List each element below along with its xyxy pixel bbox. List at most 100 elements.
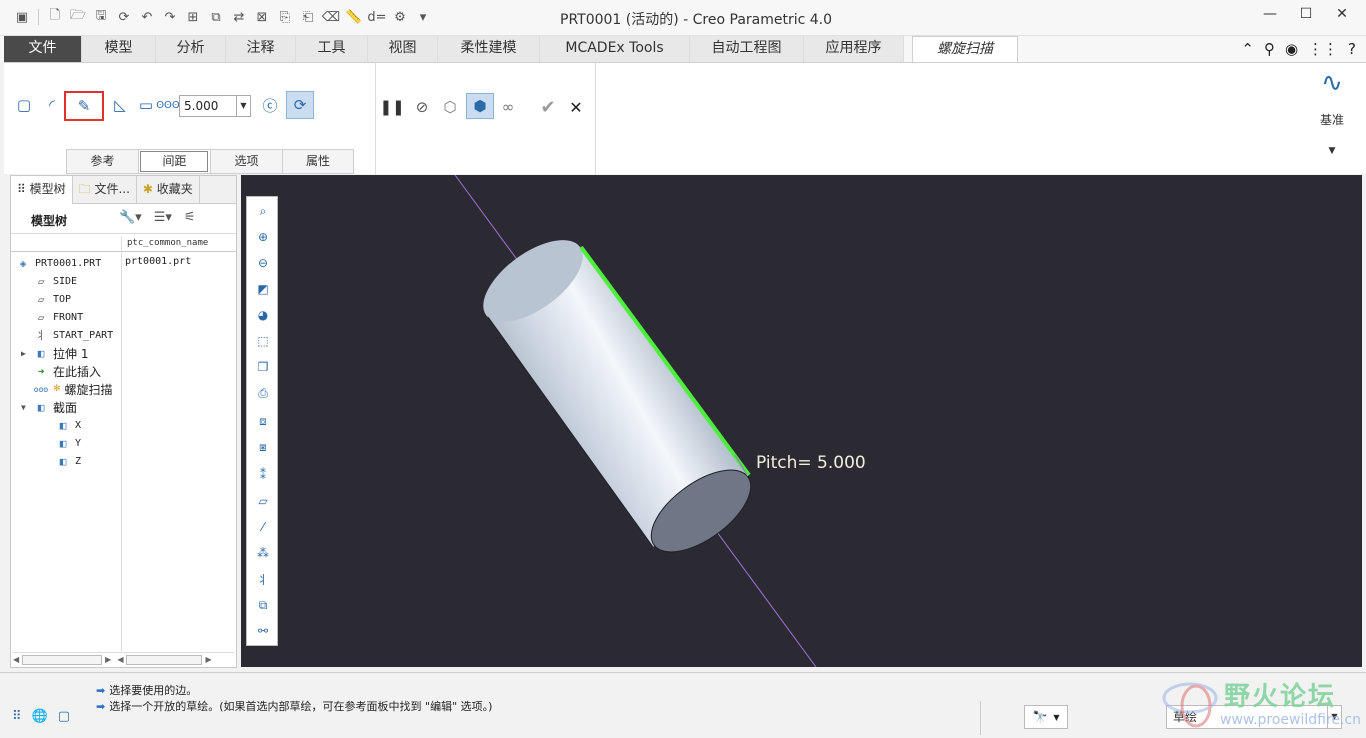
new-file-icon[interactable]: 🗋 [45, 7, 65, 27]
annotation-display-icon[interactable]: ⧉ [252, 595, 274, 615]
find-button[interactable]: 🔭 ▼ [1024, 705, 1068, 729]
tree-node-extrude[interactable]: ▶ ◧ 拉伸 1 [21, 344, 88, 362]
eraser-icon[interactable]: ⌫ [321, 7, 341, 27]
navigator-toggle-icon[interactable]: ⠿ [12, 709, 22, 724]
pitch-dropdown-icon[interactable]: ▼ [236, 96, 250, 116]
tab-applications[interactable]: 应用程序 [804, 36, 904, 62]
model-viewport[interactable]: Pitch= 5.000 [241, 175, 1362, 667]
regenerate-icon[interactable]: ⟳ [114, 7, 134, 27]
tree-column-header[interactable]: ptc_common_name [11, 236, 236, 252]
tree-node-top[interactable]: ▱ TOP [33, 290, 71, 308]
options-dots-icon[interactable]: ⋮⋮ [1308, 40, 1338, 58]
panel-tab-options[interactable]: 选项 [210, 149, 282, 174]
tree-settings-icon[interactable]: 🔧▾ [119, 210, 142, 225]
tree-node-x[interactable]: ◧ X [55, 416, 81, 434]
solid-icon[interactable]: ▢ [12, 93, 36, 117]
filter-dropdown-icon[interactable]: ▼ [1327, 706, 1341, 728]
attached-preview-icon[interactable]: ⬡ [438, 95, 462, 119]
tree-node-part[interactable]: ◈ PRT0001.PRT [15, 254, 102, 272]
help-icon[interactable]: ? [1348, 40, 1356, 58]
scrollbar-thumb[interactable] [22, 654, 103, 665]
zoom-out-icon[interactable]: ⊖ [252, 253, 274, 273]
scrollbar-thumb[interactable] [126, 654, 203, 665]
tree-node-y[interactable]: ◧ Y [55, 434, 81, 452]
customize-dropdown-icon[interactable]: ▾ [413, 7, 433, 27]
switch-window-icon[interactable]: ⇄ [229, 7, 249, 27]
display-style-icon[interactable]: ◕ [252, 305, 274, 325]
graphics-window[interactable]: Pitch= 5.000 [241, 175, 1362, 667]
close-icon[interactable]: ✕ [1332, 6, 1352, 22]
maximize-icon[interactable]: ☐ [1296, 6, 1316, 22]
plane-display-icon[interactable]: ▱ [252, 491, 274, 511]
tree-columns-icon[interactable]: ☰▾ [154, 210, 172, 225]
datum-label[interactable]: 基准 [1314, 111, 1350, 128]
axis-display-icon[interactable]: ⁄ [252, 517, 274, 537]
undo-icon[interactable]: ↶ [137, 7, 157, 27]
tree-filter-icon[interactable]: ⚟ [184, 210, 196, 225]
tab-helical-sweep[interactable]: 螺旋扫描 [912, 36, 1018, 63]
spin-display-icon[interactable]: ⚯ [252, 621, 274, 641]
csys-display-icon[interactable]: ⺦ [252, 569, 274, 589]
nav-tab-files[interactable]: 🗀 文件... [73, 176, 137, 204]
datum-curve-icon[interactable]: ∿ [1314, 69, 1350, 97]
paste-icon[interactable]: ⎗ [298, 7, 318, 27]
tab-annotate[interactable]: 注释 [226, 36, 296, 62]
datum-display-icon[interactable]: ⁑ [252, 465, 274, 485]
panel-tab-references[interactable]: 参考 [66, 149, 138, 174]
selection-filter[interactable]: 草绘 ▼ [1166, 705, 1342, 729]
app-menu-icon[interactable]: ▣ [12, 7, 32, 27]
tree-node-helical-sweep[interactable]: ʘʘʘ ✻ 螺旋扫描 [33, 380, 113, 398]
tab-view[interactable]: 视图 [368, 36, 438, 62]
tree-icon[interactable]: ⊞ [183, 7, 203, 27]
tree-node-front[interactable]: ▱ FRONT [33, 308, 83, 326]
tab-file[interactable]: 文件 [4, 36, 82, 62]
pause-icon[interactable]: ❚❚ [379, 95, 404, 119]
view-manager-icon[interactable]: ❐ [252, 357, 274, 377]
minimize-icon[interactable]: — [1260, 6, 1280, 22]
nav-tab-model-tree[interactable]: ⠿ 模型树 [11, 176, 73, 204]
pitch-input[interactable]: 5.000 ▼ [179, 95, 251, 117]
saved-views-icon[interactable]: ⬚ [252, 331, 274, 351]
search-icon[interactable]: ⚲ [1264, 40, 1275, 58]
detached-preview-icon[interactable]: ⬢ [466, 93, 494, 119]
verify-mode-icon[interactable]: ∞ [496, 95, 520, 119]
point-display-icon[interactable]: ⁂ [252, 543, 274, 563]
tree-node-side[interactable]: ▱ SIDE [33, 272, 77, 290]
ok-check-icon[interactable]: ✔ [536, 95, 560, 119]
spin-center-icon[interactable]: ⧆ [252, 437, 274, 457]
perspective-icon[interactable]: ⎙ [252, 383, 274, 403]
tree-node-start-part[interactable]: ⺦ START_PART [33, 326, 114, 344]
tree-node-section[interactable]: ▼ ◧ 截面 [21, 398, 77, 416]
left-hand-rule-icon[interactable]: ⓒ [258, 93, 282, 117]
open-folder-icon[interactable]: 🗁 [68, 7, 88, 27]
no-preview-icon[interactable]: ⊘ [410, 95, 434, 119]
copy-icon[interactable]: ⎘ [275, 7, 295, 27]
close-window-icon[interactable]: ⊠ [252, 7, 272, 27]
scroll-right-icon[interactable]: ▶ [105, 655, 111, 664]
tab-mcadex-tools[interactable]: MCADEx Tools [540, 36, 690, 62]
remove-material-icon[interactable]: ◺ [108, 93, 132, 117]
tab-model[interactable]: 模型 [82, 36, 156, 62]
browser-toggle-icon[interactable]: 🌐 [32, 709, 48, 724]
tree-node-insert-here[interactable]: ➜ 在此插入 [33, 362, 101, 380]
tab-auto-drawing[interactable]: 自动工程图 [690, 36, 804, 62]
fullscreen-icon[interactable]: ▢ [58, 709, 70, 724]
column-divider[interactable] [121, 236, 122, 651]
nav-tab-favorites[interactable]: ✱ 收藏夹 [137, 176, 200, 204]
right-hand-rule-icon[interactable]: ⟳ [286, 91, 314, 119]
window-icon[interactable]: ⧉ [206, 7, 226, 27]
settings-icon[interactable]: ⚙ [390, 7, 410, 27]
redo-icon[interactable]: ↷ [160, 7, 180, 27]
pitch-dimension-label[interactable]: Pitch= 5.000 [756, 453, 866, 473]
datum-dropdown-icon[interactable]: ▼ [1314, 146, 1350, 156]
zoom-fit-icon[interactable]: ⌕ [252, 201, 274, 221]
tab-analysis[interactable]: 分析 [156, 36, 226, 62]
sketch-edit-icon[interactable]: ✎ [64, 91, 104, 121]
repaint-icon[interactable]: ◩ [252, 279, 274, 299]
community-icon[interactable]: ◉ [1285, 40, 1298, 58]
section-view-icon[interactable]: ⧈ [252, 411, 274, 431]
scroll-left-icon[interactable]: ◀ [13, 655, 19, 664]
expand-arrow-icon[interactable]: ▶ [21, 349, 29, 358]
surface-icon[interactable]: ◜ [40, 93, 64, 117]
collapse-ribbon-icon[interactable]: ⌃ [1241, 40, 1254, 58]
